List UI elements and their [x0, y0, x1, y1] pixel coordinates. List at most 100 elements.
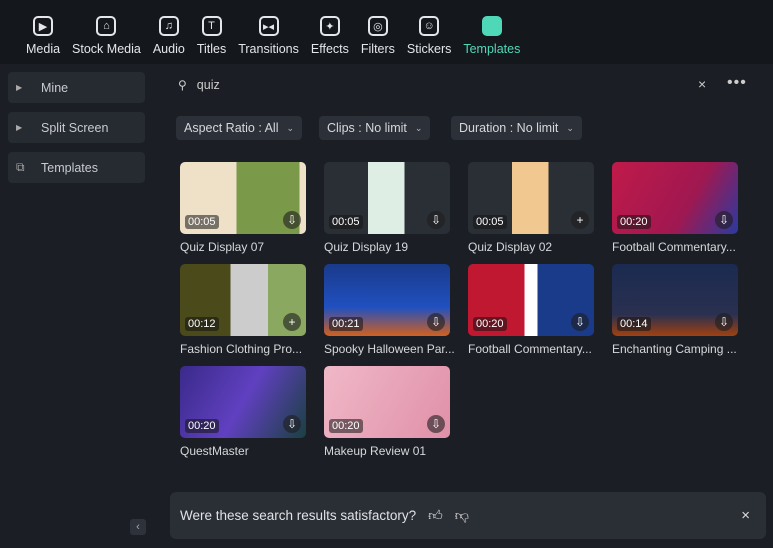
- tool-templates[interactable]: ▭ Templates: [457, 0, 526, 64]
- download-icon[interactable]: ⇩: [715, 211, 733, 229]
- tool-stickers[interactable]: ☺ Stickers: [401, 0, 457, 64]
- template-thumbnail[interactable]: 00:20 ⇩: [180, 366, 306, 438]
- template-card[interactable]: 00:21 ⇩ Spooky Halloween Par...: [324, 264, 455, 356]
- more-options-button[interactable]: •••: [727, 74, 747, 92]
- search-icon: ⚲: [178, 78, 187, 92]
- audio-icon: ♫: [158, 16, 179, 36]
- duration-badge: 00:05: [473, 215, 507, 229]
- filter-label: Aspect Ratio : All: [184, 121, 279, 135]
- tool-media[interactable]: ▶ Media: [20, 0, 66, 64]
- tool-label: Filters: [360, 42, 395, 56]
- template-card[interactable]: 00:20 ⇩ Football Commentary...: [468, 264, 594, 356]
- transitions-icon: ▸◂: [258, 16, 279, 36]
- aspect-ratio-filter[interactable]: Aspect Ratio : All ⌄: [176, 116, 303, 140]
- tool-titles[interactable]: T Titles: [191, 0, 232, 64]
- stock-media-icon: ⌂: [96, 16, 117, 36]
- template-card[interactable]: 00:20 ⇩ QuestMaster: [180, 366, 306, 458]
- tool-audio[interactable]: ♫ Audio: [147, 0, 191, 64]
- sidebar-item-label: Split Screen: [41, 120, 109, 135]
- chevron-down-icon: ⌄: [286, 122, 295, 133]
- download-icon[interactable]: ⇩: [427, 415, 445, 433]
- filter-label: Clips : No limit: [327, 121, 407, 135]
- template-thumbnail[interactable]: 00:12 +: [180, 264, 306, 336]
- duration-badge: 00:20: [185, 419, 219, 433]
- download-icon[interactable]: ⇩: [283, 415, 301, 433]
- download-icon[interactable]: ⇩: [715, 313, 733, 331]
- sidebar-item-label: Mine: [41, 80, 69, 95]
- tool-label: Templates: [463, 42, 521, 56]
- chevron-down-icon: ⌄: [414, 122, 423, 133]
- template-thumbnail[interactable]: 00:05 +: [468, 162, 594, 234]
- download-icon[interactable]: ⇩: [571, 313, 589, 331]
- chevron-down-icon: ⌄: [566, 122, 574, 133]
- template-title: Spooky Halloween Par...: [324, 342, 455, 356]
- sidebar-item-mine[interactable]: ▶ Mine: [8, 72, 145, 103]
- search-input[interactable]: ⚲ quiz: [178, 72, 738, 98]
- download-icon[interactable]: ⇩: [427, 211, 445, 229]
- template-card[interactable]: 00:12 + Fashion Clothing Pro...: [180, 264, 306, 356]
- duration-badge: 00:05: [329, 215, 363, 229]
- template-thumbnail[interactable]: 00:05 ⇩: [324, 162, 450, 234]
- template-title: Quiz Display 19: [324, 240, 409, 254]
- template-title: Football Commentary...: [612, 240, 736, 254]
- main-panel: ⚲ quiz × ••• Aspect Ratio : All ⌄ Clips : …: [160, 64, 773, 548]
- duration-filter[interactable]: Duration : No limit ⌄: [451, 116, 582, 140]
- template-thumbnail[interactable]: 00:20 ⇩: [324, 366, 450, 438]
- duration-badge: 00:20: [329, 419, 363, 433]
- template-thumbnail[interactable]: 00:20 ⇩: [612, 162, 738, 234]
- duration-badge: 00:14: [617, 317, 651, 331]
- template-title: Enchanting Camping ...: [612, 342, 737, 356]
- tool-label: Transitions: [238, 42, 299, 56]
- media-icon: ▶: [33, 16, 54, 36]
- duration-badge: 00:21: [329, 317, 363, 331]
- feedback-bar: Were these search results satisfactory? …: [170, 492, 766, 539]
- download-icon[interactable]: ⇩: [283, 211, 301, 229]
- tool-label: Audio: [152, 42, 185, 56]
- tool-stock-media[interactable]: ⌂ Stock Media: [66, 0, 147, 64]
- sidebar: ▶ Mine ▶ Split Screen ⧉ Templates ‹: [0, 64, 160, 548]
- clear-search-button[interactable]: ×: [698, 76, 706, 92]
- add-icon[interactable]: +: [283, 313, 301, 331]
- template-title: Quiz Display 07: [180, 240, 265, 254]
- clips-filter[interactable]: Clips : No limit ⌄: [319, 116, 431, 140]
- tool-label: Effects: [310, 42, 349, 56]
- feedback-question: Were these search results satisfactory?: [180, 508, 417, 523]
- template-thumbnail[interactable]: 00:20 ⇩: [468, 264, 594, 336]
- template-card[interactable]: 00:20 ⇩ Football Commentary...: [612, 162, 738, 254]
- template-title: Fashion Clothing Pro...: [180, 342, 303, 356]
- close-feedback-button[interactable]: ×: [741, 507, 750, 524]
- template-card[interactable]: 00:20 ⇩ Makeup Review 01: [324, 366, 450, 458]
- tool-transitions[interactable]: ▸◂ Transitions: [232, 0, 305, 64]
- template-card[interactable]: 00:05 ⇩ Quiz Display 07: [180, 162, 306, 254]
- template-thumbnail[interactable]: 00:14 ⇩: [612, 264, 738, 336]
- thumbs-up-icon[interactable]: 👍︎: [428, 507, 443, 524]
- download-icon[interactable]: ⇩: [427, 313, 445, 331]
- duration-badge: 00:05: [185, 215, 219, 229]
- duration-badge: 00:12: [185, 317, 219, 331]
- duration-badge: 00:20: [617, 215, 651, 229]
- template-title: QuestMaster: [180, 444, 249, 458]
- template-card[interactable]: 00:05 ⇩ Quiz Display 19: [324, 162, 450, 254]
- search-value: quiz: [196, 78, 220, 92]
- templates-icon: ⧉: [16, 160, 25, 174]
- tool-label: Stock Media: [72, 42, 141, 56]
- tool-filters[interactable]: ◎ Filters: [355, 0, 401, 64]
- template-thumbnail[interactable]: 00:05 ⇩: [180, 162, 306, 234]
- tool-effects[interactable]: ✦ Effects: [305, 0, 355, 64]
- template-card[interactable]: 00:14 ⇩ Enchanting Camping ...: [612, 264, 738, 356]
- tool-label: Stickers: [406, 42, 452, 56]
- template-title: Football Commentary...: [468, 342, 592, 356]
- stickers-icon: ☺: [419, 16, 440, 36]
- add-icon[interactable]: +: [571, 211, 589, 229]
- tool-label: Media: [26, 42, 61, 56]
- effects-icon: ✦: [319, 16, 340, 36]
- sidebar-item-templates[interactable]: ⧉ Templates: [8, 152, 145, 183]
- thumbs-down-icon[interactable]: 👎︎: [455, 507, 469, 524]
- sidebar-item-label: Templates: [41, 160, 98, 175]
- collapse-sidebar-button[interactable]: ‹: [130, 519, 146, 535]
- filters-icon: ◎: [367, 16, 388, 36]
- sidebar-item-split-screen[interactable]: ▶ Split Screen: [8, 112, 145, 143]
- template-title: Makeup Review 01: [324, 444, 427, 458]
- template-thumbnail[interactable]: 00:21 ⇩: [324, 264, 450, 336]
- template-card[interactable]: 00:05 + Quiz Display 02: [468, 162, 594, 254]
